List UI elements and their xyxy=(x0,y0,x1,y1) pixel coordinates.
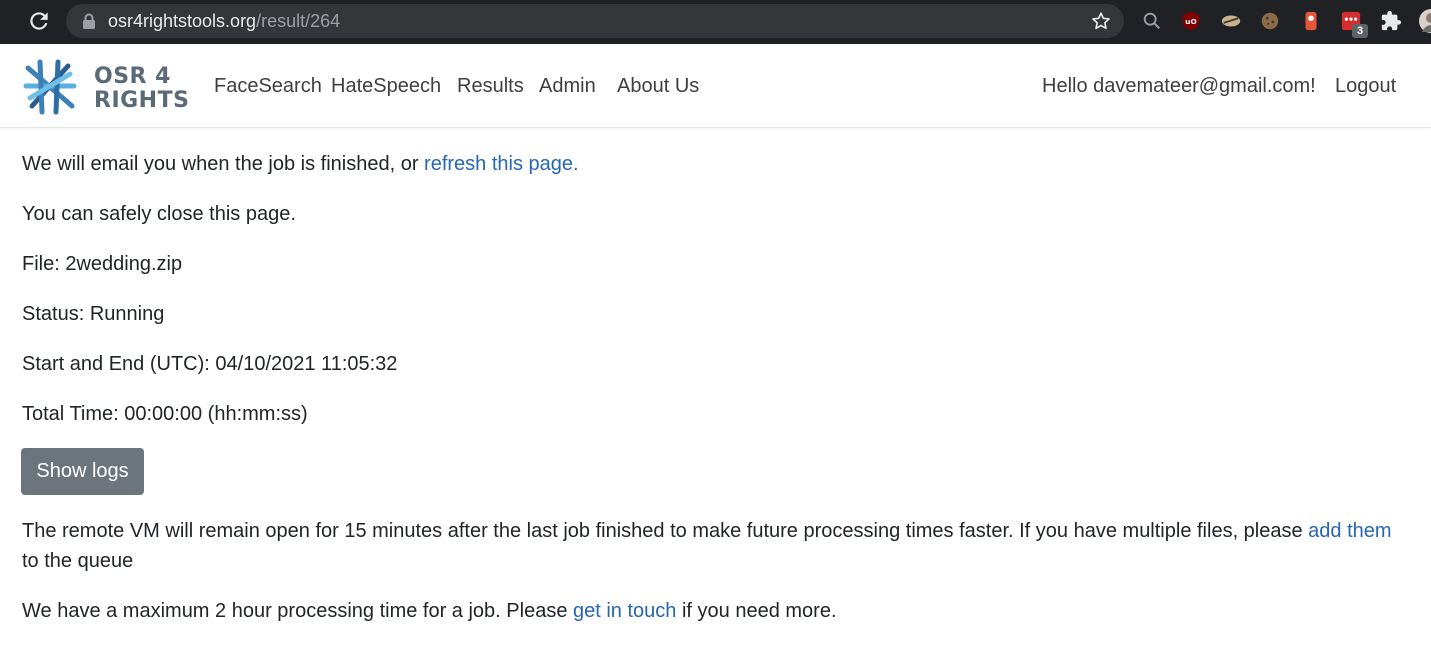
extension-icon[interactable] xyxy=(1220,10,1242,32)
url-host: osr4rightstools.org xyxy=(108,11,257,31)
add-them-link[interactable]: add them xyxy=(1308,520,1391,542)
address-bar[interactable]: osr4rightstools.org/result/264 xyxy=(66,4,1124,38)
file-name: File: 2wedding.zip xyxy=(22,253,183,275)
person-extension-icon[interactable] xyxy=(1300,10,1322,32)
url-path: /result/264 xyxy=(256,11,341,31)
nav-facesearch[interactable]: FaceSearch xyxy=(214,74,322,98)
vm-notice-text: The remote VM will remain open for 15 mi… xyxy=(22,520,1309,542)
logo-line-1: OSR 4 xyxy=(94,64,171,89)
max-time-text: We have a maximum 2 hour processing time… xyxy=(22,600,573,622)
ublock-icon[interactable]: uO xyxy=(1180,10,1202,32)
osr4rights-logo-icon[interactable] xyxy=(22,58,78,116)
total-time: Total Time: 00:00:00 (hh:mm:ss) xyxy=(22,403,308,425)
job-status: Status: Running xyxy=(22,303,165,325)
forward-icon[interactable]: › xyxy=(0,10,10,34)
nav-admin[interactable]: Admin xyxy=(539,74,596,98)
refresh-link[interactable]: refresh this page. xyxy=(424,153,579,175)
lock-icon[interactable] xyxy=(82,13,96,29)
email-notice-text: We will email you when the job is finish… xyxy=(22,153,425,175)
star-icon[interactable] xyxy=(1090,10,1112,32)
show-logs-button[interactable]: Show logs xyxy=(21,448,144,495)
user-greeting: Hello davemateer@gmail.com! xyxy=(1042,75,1316,97)
nav-results[interactable]: Results xyxy=(457,74,524,98)
site-navbar: OSR 4 RIGHTS FaceSearch HateSpeech Resul… xyxy=(0,44,1431,128)
reload-icon[interactable] xyxy=(26,8,52,34)
puzzle-icon[interactable] xyxy=(1380,10,1402,32)
logo-text[interactable]: OSR 4 RIGHTS xyxy=(94,66,189,114)
logo-line-2: RIGHTS xyxy=(94,88,190,113)
profile-avatar[interactable] xyxy=(1418,8,1431,34)
start-end-time: Start and End (UTC): 04/10/2021 11:05:32 xyxy=(22,353,398,375)
cookie-icon[interactable] xyxy=(1259,10,1281,32)
url-text: osr4rightstools.org/result/264 xyxy=(108,11,340,31)
svg-text:uO: uO xyxy=(1185,17,1196,26)
max-time-notice: We have a maximum 2 hour processing time… xyxy=(22,599,837,623)
max-time-suffix: if you need more. xyxy=(676,600,837,622)
get-in-touch-link[interactable]: get in touch xyxy=(573,600,676,622)
vm-notice: The remote VM will remain open for 15 mi… xyxy=(22,519,1392,543)
close-notice: You can safely close this page. xyxy=(22,203,296,225)
browser-toolbar: › osr4rightstools.org/result/264 uO 3 xyxy=(0,0,1431,44)
search-icon[interactable] xyxy=(1141,10,1163,32)
logout-link[interactable]: Logout xyxy=(1335,74,1396,98)
extension-badge: 3 xyxy=(1352,24,1368,38)
vm-notice-suffix: to the queue xyxy=(22,550,134,572)
nav-about-us[interactable]: About Us xyxy=(617,74,699,98)
email-notice: We will email you when the job is finish… xyxy=(22,152,579,176)
nav-hatespeech[interactable]: HateSpeech xyxy=(331,74,441,98)
